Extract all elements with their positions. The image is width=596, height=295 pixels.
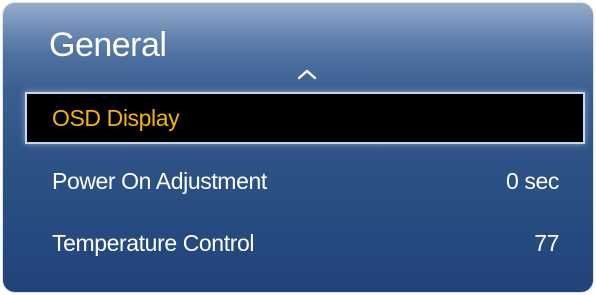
chevron-up-icon[interactable]: [295, 67, 319, 81]
menu-item-label: Power On Adjustment: [52, 168, 267, 194]
menu-item-value: 77: [534, 230, 559, 256]
menu-item-power-on-adjustment[interactable]: Power On Adjustment 0 sec: [27, 159, 583, 203]
general-menu-panel: General OSD Display Power On Adjustment …: [3, 3, 593, 292]
menu-item-temperature-control[interactable]: Temperature Control 77: [27, 221, 583, 265]
menu-title: General: [49, 26, 167, 64]
menu-item-osd-display[interactable]: OSD Display: [27, 94, 583, 142]
menu-item-label: Temperature Control: [52, 230, 255, 256]
menu-item-value: 0 sec: [506, 168, 559, 194]
menu-item-label: OSD Display: [52, 105, 180, 131]
